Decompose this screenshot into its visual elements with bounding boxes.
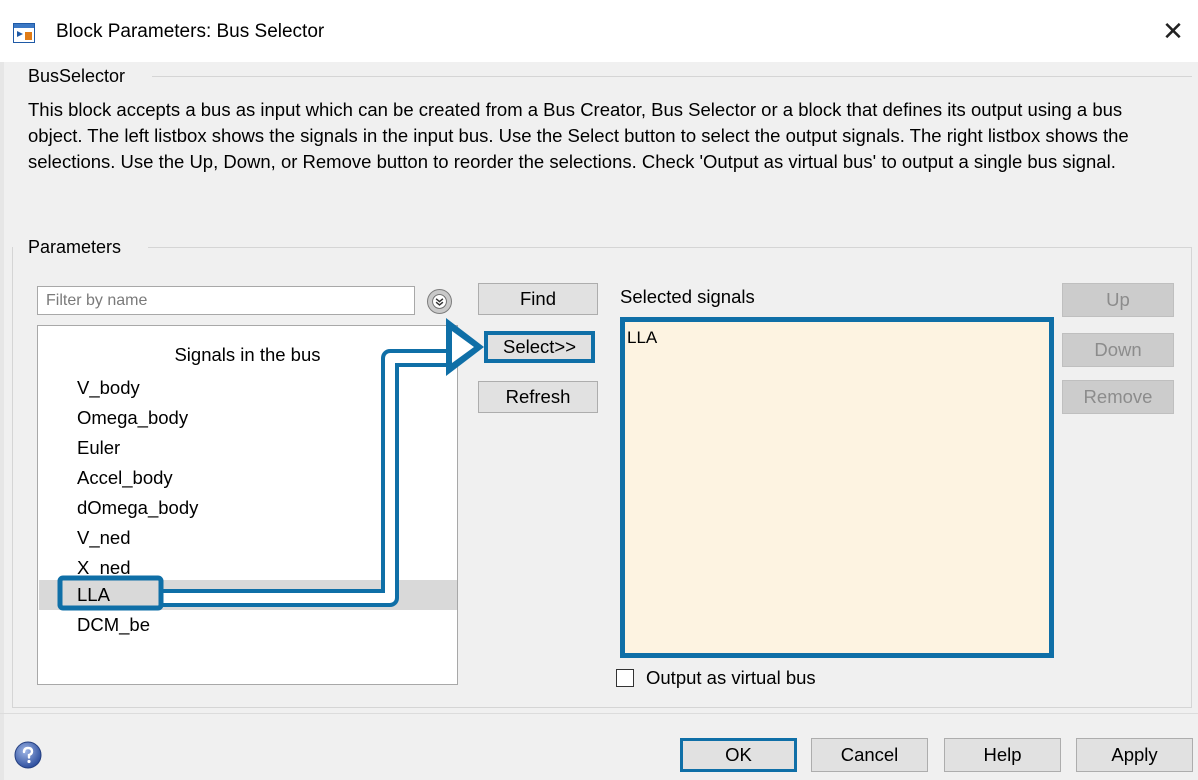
remove-button[interactable]: Remove [1062,380,1174,414]
selected-signals-list[interactable]: LLA [620,317,1054,658]
signal-item-v-body[interactable]: V_body [39,373,457,403]
filter-field[interactable] [37,286,415,315]
signal-item-domega-body[interactable]: dOmega_body [39,493,457,523]
help-button[interactable]: Help [944,738,1061,772]
ok-button[interactable]: OK [680,738,797,772]
block-description: This block accepts a bus as input which … [28,99,1129,172]
find-button[interactable]: Find [478,283,598,315]
group-border-right [1191,247,1192,707]
footer-divider [0,713,1198,714]
select-button[interactable]: Select>> [484,331,595,363]
parameters-group-label: Parameters [28,237,122,257]
simulink-block-icon [13,23,35,43]
signal-item-lla[interactable]: LLA [39,580,457,610]
selected-signals-label: Selected signals [620,286,755,307]
signal-item-x-ned[interactable]: X_ned [39,553,457,583]
refresh-button[interactable]: Refresh [478,381,598,413]
close-button[interactable]: ✕ [1156,16,1190,48]
signal-item-euler[interactable]: Euler [39,433,457,463]
filter-input[interactable] [38,287,414,314]
chevron-down-circle-icon[interactable] [427,289,452,314]
signal-item-accel-body[interactable]: Accel_body [39,463,457,493]
cancel-button[interactable]: Cancel [811,738,928,772]
window-left-edge [0,62,4,780]
signals-in-bus-list[interactable]: Signals in the bus V_body Omega_body Eul… [37,325,458,685]
group-border-bottom [12,707,1192,708]
group-border-left [12,247,13,707]
bus-selector-group-label: BusSelector [28,66,126,86]
group-divider [152,76,1192,77]
close-icon: ✕ [1162,16,1184,46]
output-virtual-bus-label[interactable]: Output as virtual bus [646,667,816,689]
signals-list-header: Signals in the bus [174,344,321,365]
signal-item-omega-body[interactable]: Omega_body [39,403,457,433]
selected-signal-item[interactable]: LLA [627,328,657,348]
up-button[interactable]: Up [1062,283,1174,317]
down-button[interactable]: Down [1062,333,1174,367]
group-divider [148,247,1192,248]
signal-item-dcm-be[interactable]: DCM_be [39,610,457,640]
window-title: Block Parameters: Bus Selector [56,21,325,42]
apply-button[interactable]: Apply [1076,738,1193,772]
output-virtual-bus-checkbox[interactable] [616,669,634,687]
help-question-icon[interactable] [14,741,42,769]
signal-item-v-ned[interactable]: V_ned [39,523,457,553]
